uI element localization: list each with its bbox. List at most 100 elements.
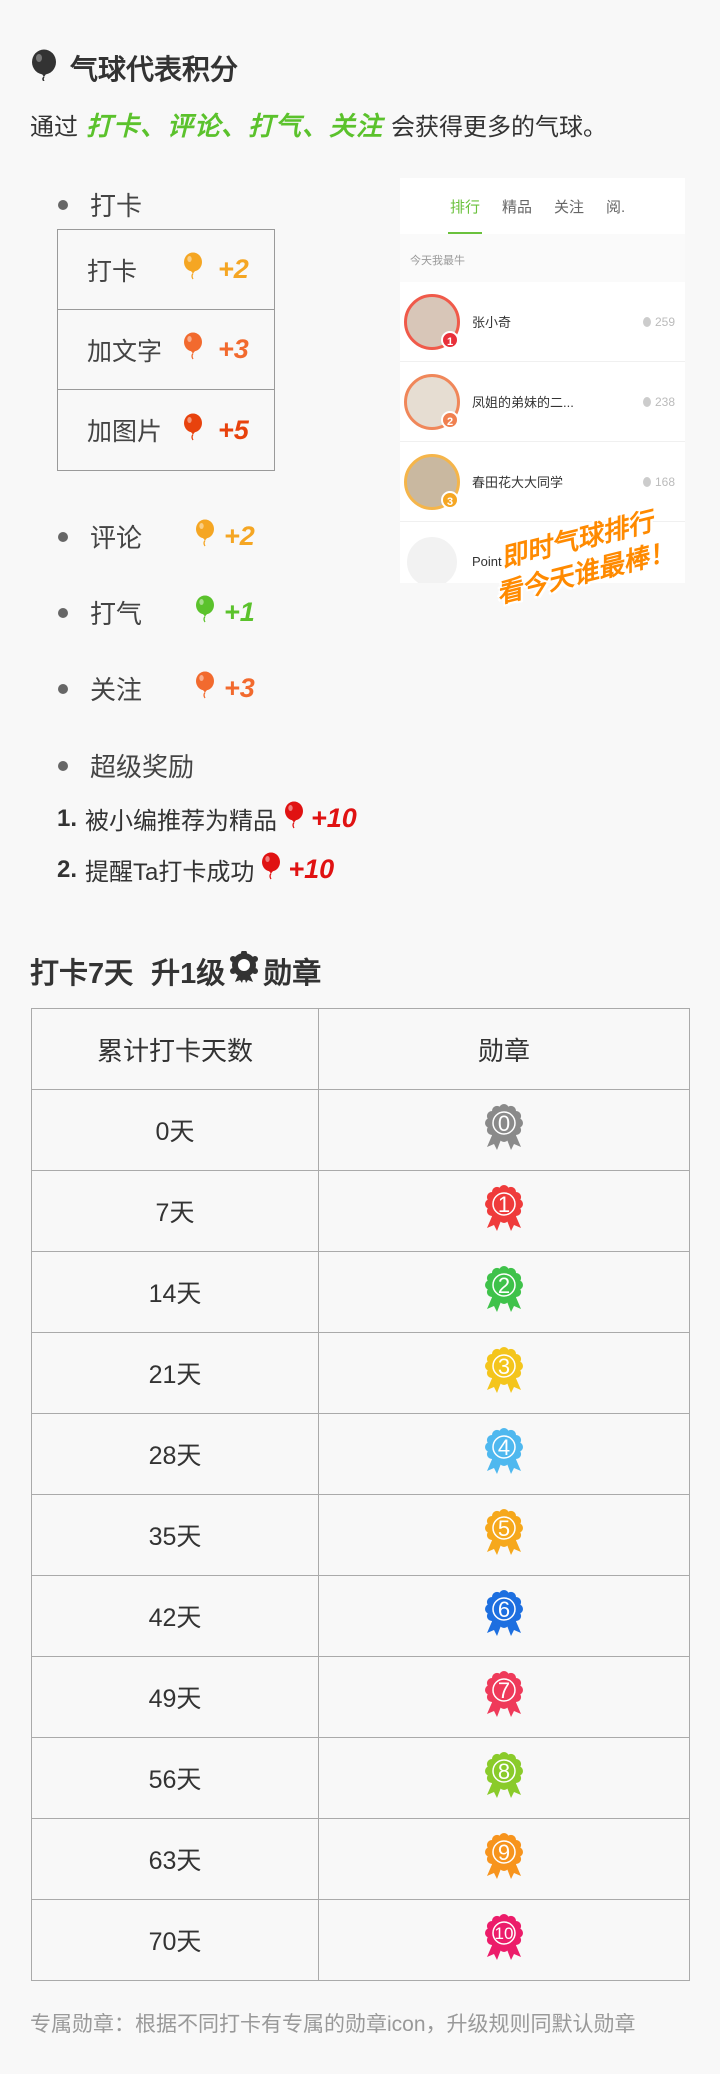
- medal-days: 49天: [31, 1656, 319, 1738]
- medal-days: 42天: [31, 1575, 319, 1657]
- svg-text:1: 1: [498, 1191, 510, 1216]
- balloon-icon: [283, 801, 305, 836]
- medal-icon: 3: [483, 1346, 525, 1401]
- action-label: 评论: [90, 523, 143, 553]
- medal-title-part2: 升1级: [151, 958, 226, 990]
- bullet-action: 评论 +2: [58, 518, 255, 555]
- medal-days: 56天: [31, 1737, 319, 1819]
- medal-title-part1: 打卡7天: [30, 958, 134, 990]
- medal-days: 70天: [31, 1899, 319, 1981]
- balloon-icon: [194, 519, 216, 554]
- super-item-text: 被小编推荐为精品: [85, 808, 278, 835]
- bullet-super-label: 超级奖励: [90, 752, 195, 782]
- intro-before: 通过: [30, 114, 78, 141]
- action-points: +1: [224, 597, 255, 627]
- ranking-tab[interactable]: 精品: [502, 196, 532, 217]
- rank-badge: 2: [441, 410, 459, 429]
- avatar: 2: [404, 373, 460, 430]
- ranking-count: 259: [642, 315, 675, 329]
- balloon-icon: [642, 476, 651, 487]
- medal-cell: 6: [318, 1575, 690, 1657]
- ranking-count-value: 238: [654, 394, 675, 409]
- super-item-points: +10: [311, 803, 357, 833]
- bullet-dot: [58, 531, 68, 542]
- balloon-icon: [642, 316, 651, 327]
- ranking-subtitle: 今天我最牛: [400, 234, 685, 282]
- medal-cell: 4: [318, 1413, 690, 1495]
- super-item-points: +10: [288, 854, 335, 884]
- ranking-row[interactable]: 1 张小奇 259: [400, 282, 685, 362]
- medal-icon: 6: [483, 1589, 525, 1644]
- checkin-row: 加文字 +3: [58, 310, 274, 390]
- medal-days: 21天: [31, 1332, 319, 1414]
- medal-cell: 7: [318, 1656, 690, 1738]
- checkin-row-points: +5: [218, 414, 249, 445]
- super-item-number: 1.: [57, 804, 78, 832]
- medal-days: 35天: [31, 1494, 319, 1576]
- medal-icon: 1: [483, 1184, 525, 1239]
- svg-text:5: 5: [498, 1515, 510, 1540]
- medal-cell: 2: [318, 1251, 690, 1333]
- checkin-row: 打卡 +2: [58, 230, 274, 310]
- checkin-points-table: 打卡 +2 加文字 +3 加图片 +5: [57, 229, 275, 471]
- super-item-number: 2.: [57, 855, 78, 883]
- action-points: +3: [224, 673, 255, 703]
- rank-badge: 3: [441, 490, 459, 509]
- bullet-dot: [58, 683, 68, 694]
- svg-text:6: 6: [498, 1596, 510, 1621]
- medal-table: 累计打卡天数 勋章 0天 0 7天 1 14天 2 21天 3 28天 4 35天 5 42天 6 49天 7…: [31, 1008, 690, 1981]
- ranking-tab[interactable]: 排行: [447, 196, 483, 234]
- table-row: 28天 4: [31, 1413, 690, 1495]
- medal-cell: 1: [318, 1170, 690, 1252]
- page-title: 气球代表积分: [30, 48, 238, 88]
- action-points: +2: [224, 521, 255, 551]
- table-row: 14天 2: [31, 1251, 690, 1333]
- medal-title-part3: 勋章: [263, 958, 322, 990]
- table-row: 42天 6: [31, 1575, 690, 1657]
- intro-after: 会获得更多的气球。: [391, 114, 608, 141]
- balloon-icon: [194, 595, 216, 630]
- ranking-user-name: 张小奇: [472, 315, 512, 330]
- ranking-user-name: 春田花大大同学: [472, 475, 564, 490]
- balloon-icon: [182, 252, 204, 287]
- header-medal: 勋章: [318, 1008, 690, 1090]
- ranking-count: 168: [642, 474, 675, 489]
- ranking-tabs: 排行 精品 关注 阅.: [400, 178, 685, 234]
- ranking-count-value: 168: [654, 474, 675, 489]
- intro-highlight: 打卡、评论、打气、关注: [86, 111, 384, 141]
- checkin-row-label: 加图片: [87, 418, 163, 446]
- table-row: 7天 1: [31, 1170, 690, 1252]
- intro-text: 通过 打卡、评论、打气、关注 会获得更多的气球。: [30, 106, 607, 143]
- medal-icon: 5: [483, 1508, 525, 1563]
- balloon-icon: [194, 671, 216, 706]
- checkin-row-points: +3: [218, 334, 249, 364]
- table-row: 63天 9: [31, 1818, 690, 1900]
- ranking-row[interactable]: 2 凤姐的弟妹的二... 238: [400, 362, 685, 442]
- super-reward-item: 1. 被小编推荐为精品 +10: [57, 801, 357, 836]
- rank-badge: 1: [441, 330, 459, 349]
- medal-days: 63天: [31, 1818, 319, 1900]
- table-row: 35天 5: [31, 1494, 690, 1576]
- medal-section-title: 打卡7天 升1级 勋章: [30, 950, 321, 992]
- action-label: 打气: [90, 599, 143, 629]
- avatar: 1: [404, 293, 460, 350]
- medal-icon: 7: [483, 1670, 525, 1725]
- avatar: [404, 533, 460, 583]
- table-row: 49天 7: [31, 1656, 690, 1738]
- bullet-action: 关注 +3: [58, 670, 255, 707]
- medal-icon: 2: [483, 1265, 525, 1320]
- medal-cell: 10: [318, 1899, 690, 1981]
- svg-text:10: 10: [495, 1924, 514, 1943]
- super-item-text: 提醒Ta打卡成功: [85, 859, 255, 886]
- medal-icon: 10: [483, 1913, 525, 1968]
- balloon-icon: [642, 396, 651, 407]
- svg-text:2: 2: [498, 1272, 510, 1297]
- medal-cell: 5: [318, 1494, 690, 1576]
- footer-note: 专属勋章：根据不同打卡有专属的勋章icon，升级规则同默认勋章: [30, 2013, 636, 2036]
- ranking-tab[interactable]: 关注: [554, 196, 584, 217]
- medal-icon: 9: [483, 1832, 525, 1887]
- action-label: 关注: [90, 675, 143, 705]
- medal-gear-icon: [229, 950, 259, 991]
- ranking-tab[interactable]: 阅.: [606, 196, 625, 217]
- medal-icon: 4: [483, 1427, 525, 1482]
